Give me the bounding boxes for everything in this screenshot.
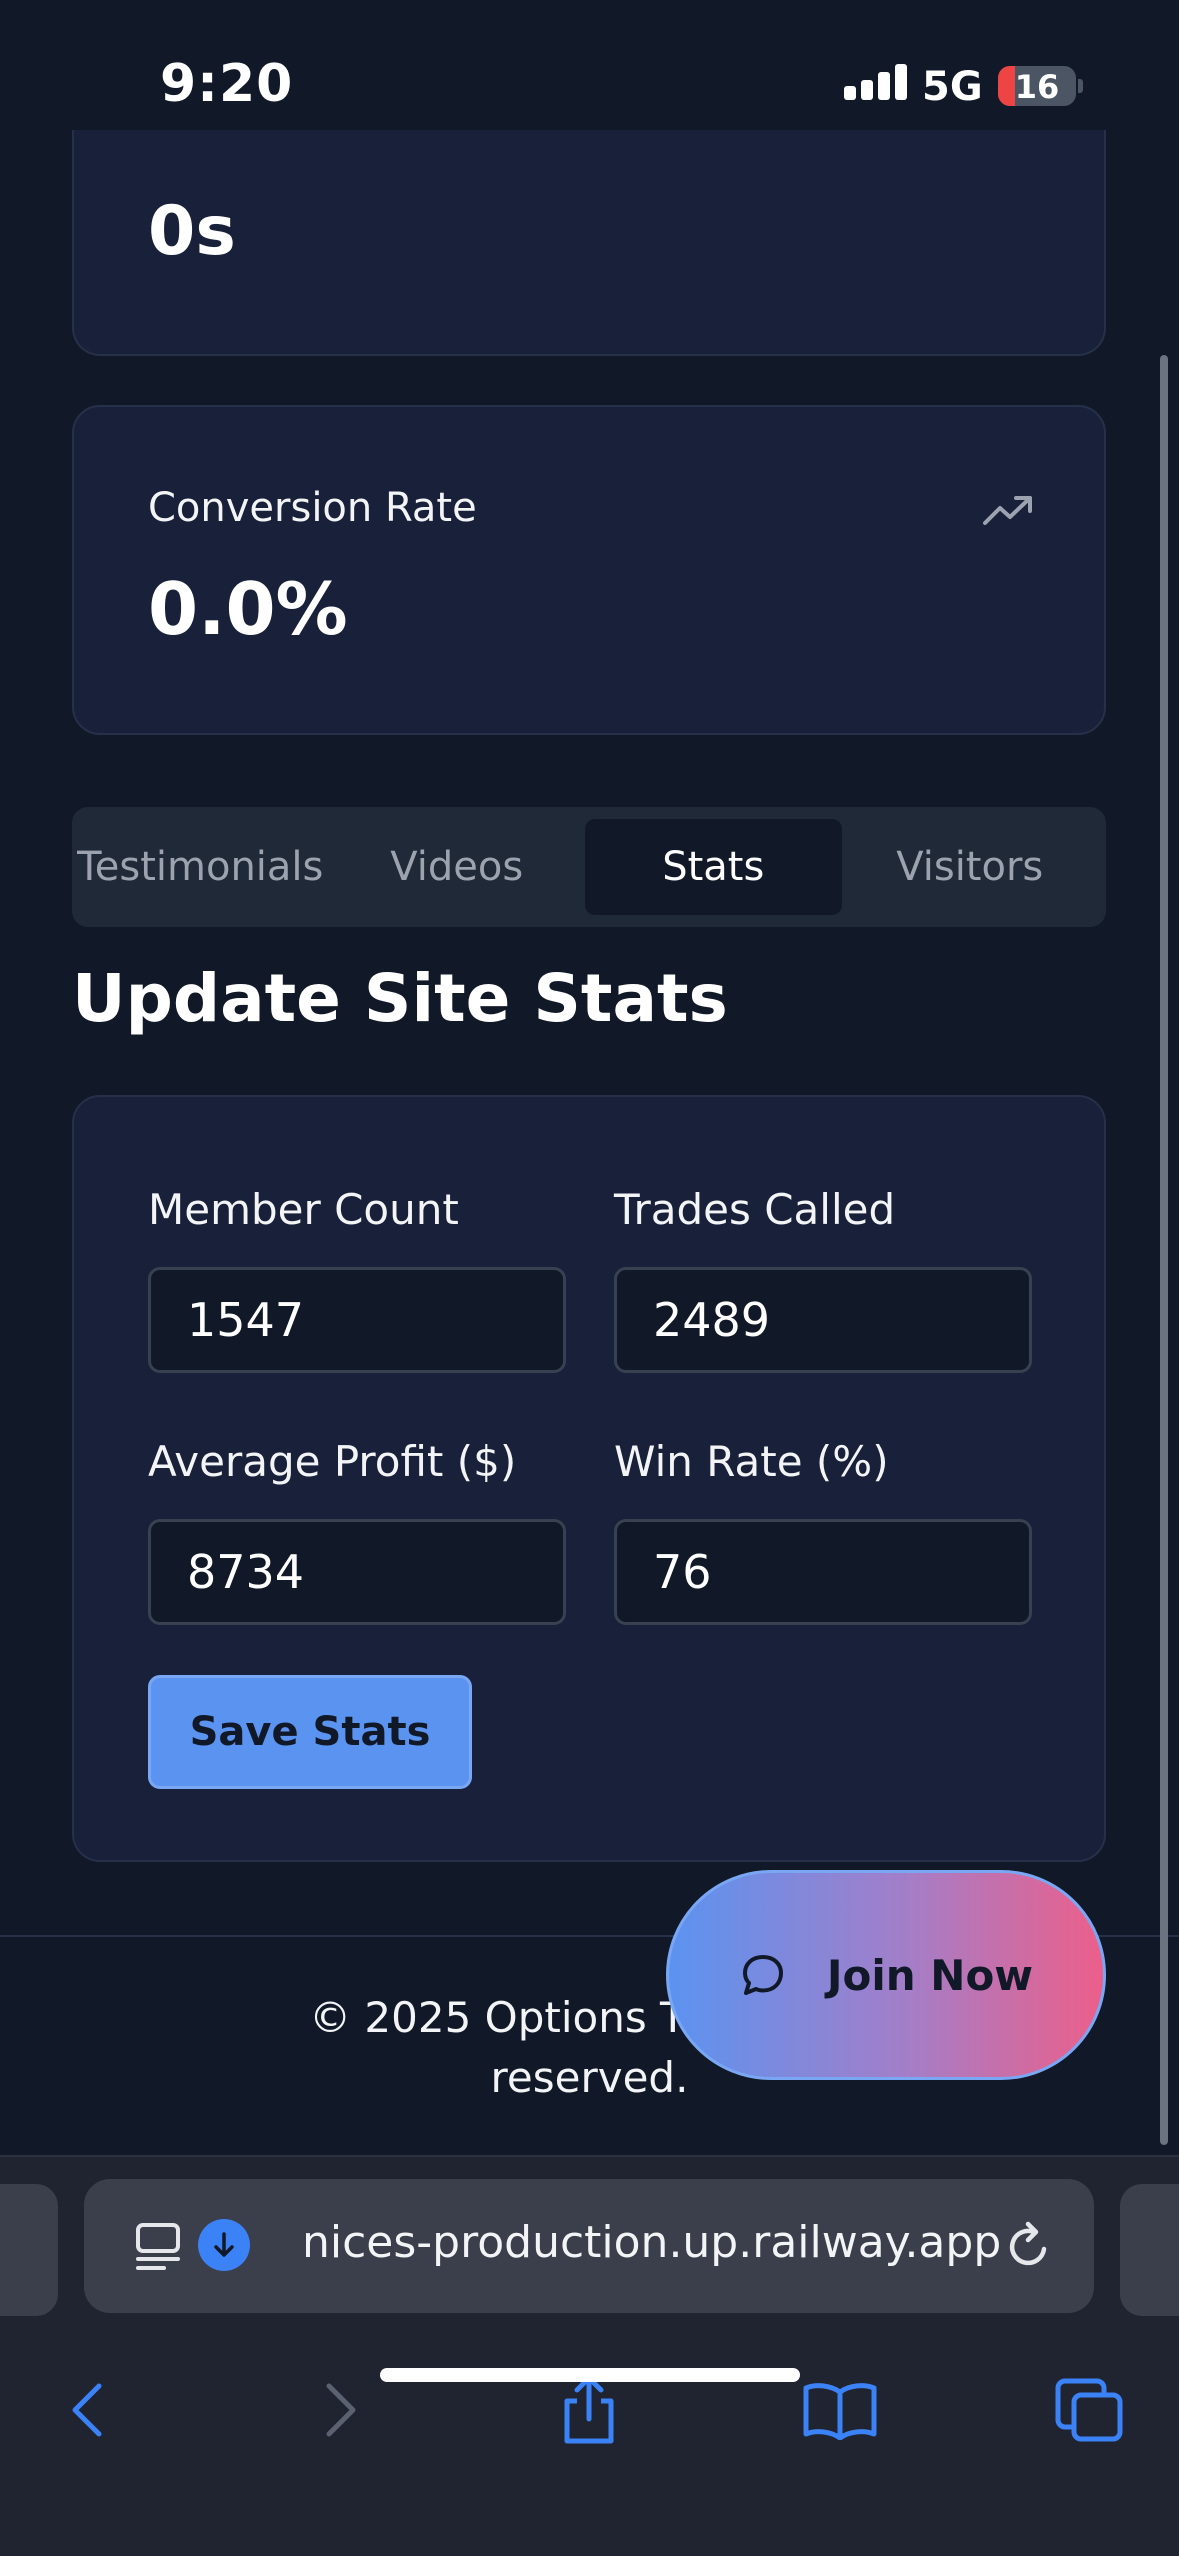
page: 9:20 5G 16 0s Conversion Rate 0.0% Testi… bbox=[0, 0, 1179, 2556]
average-profit-label: Average Profit ($) bbox=[148, 1437, 517, 1486]
trending-up-icon bbox=[983, 496, 1032, 525]
next-tab-pill[interactable] bbox=[1120, 2184, 1179, 2316]
signal-icon bbox=[844, 64, 907, 100]
join-now-label: Join Now bbox=[826, 1950, 1034, 2000]
previous-tab-pill[interactable] bbox=[0, 2184, 58, 2316]
address-bar[interactable]: nices-production.up.railway.app bbox=[84, 2179, 1094, 2313]
tabs-icon[interactable] bbox=[1044, 2365, 1134, 2455]
download-icon[interactable] bbox=[198, 2219, 250, 2271]
bookmarks-icon[interactable] bbox=[795, 2365, 885, 2455]
win-rate-label: Win Rate (%) bbox=[614, 1437, 889, 1486]
trades-called-label: Trades Called bbox=[614, 1185, 896, 1234]
conversion-rate-card: Conversion Rate 0.0% bbox=[72, 405, 1106, 735]
forward-icon[interactable] bbox=[296, 2365, 386, 2455]
tab-videos[interactable]: Videos bbox=[329, 819, 586, 915]
url-text[interactable]: nices-production.up.railway.app bbox=[302, 2217, 1001, 2268]
chat-bubble-icon bbox=[742, 1955, 783, 1995]
admin-tabs: Testimonials Videos Stats Visitors bbox=[72, 807, 1106, 927]
avg-session-card: 0s bbox=[72, 130, 1106, 356]
win-rate-input[interactable]: 76 bbox=[614, 1519, 1032, 1625]
tab-testimonials[interactable]: Testimonials bbox=[72, 819, 329, 915]
home-indicator[interactable] bbox=[380, 2368, 800, 2382]
average-profit-input[interactable]: 8734 bbox=[148, 1519, 566, 1625]
reload-icon[interactable] bbox=[1004, 2219, 1054, 2273]
section-title: Update Site Stats bbox=[72, 960, 728, 1037]
trades-called-input[interactable]: 2489 bbox=[614, 1267, 1032, 1373]
battery-icon: 16 bbox=[998, 66, 1076, 106]
member-count-input[interactable]: 1547 bbox=[148, 1267, 566, 1373]
network-label: 5G bbox=[922, 64, 983, 110]
conversion-rate-label: Conversion Rate bbox=[148, 485, 477, 531]
battery-tip bbox=[1078, 79, 1083, 93]
status-time: 9:20 bbox=[160, 54, 294, 114]
back-icon[interactable] bbox=[42, 2365, 132, 2455]
browser-chrome: nices-production.up.railway.app bbox=[0, 2155, 1179, 2556]
battery-level: 16 bbox=[1014, 68, 1060, 106]
save-stats-button[interactable]: Save Stats bbox=[148, 1675, 472, 1789]
tab-stats[interactable]: Stats bbox=[585, 819, 842, 915]
tab-visitors[interactable]: Visitors bbox=[842, 819, 1099, 915]
join-now-button[interactable]: Join Now bbox=[666, 1870, 1106, 2080]
page-scrollbar[interactable] bbox=[1160, 355, 1168, 2145]
conversion-rate-value: 0.0% bbox=[148, 567, 348, 651]
avg-session-value: 0s bbox=[148, 192, 236, 271]
page-menu-icon[interactable] bbox=[134, 2221, 182, 2273]
member-count-label: Member Count bbox=[148, 1185, 459, 1234]
stats-form-card: Member Count 1547 Trades Called 2489 Ave… bbox=[72, 1095, 1106, 1862]
